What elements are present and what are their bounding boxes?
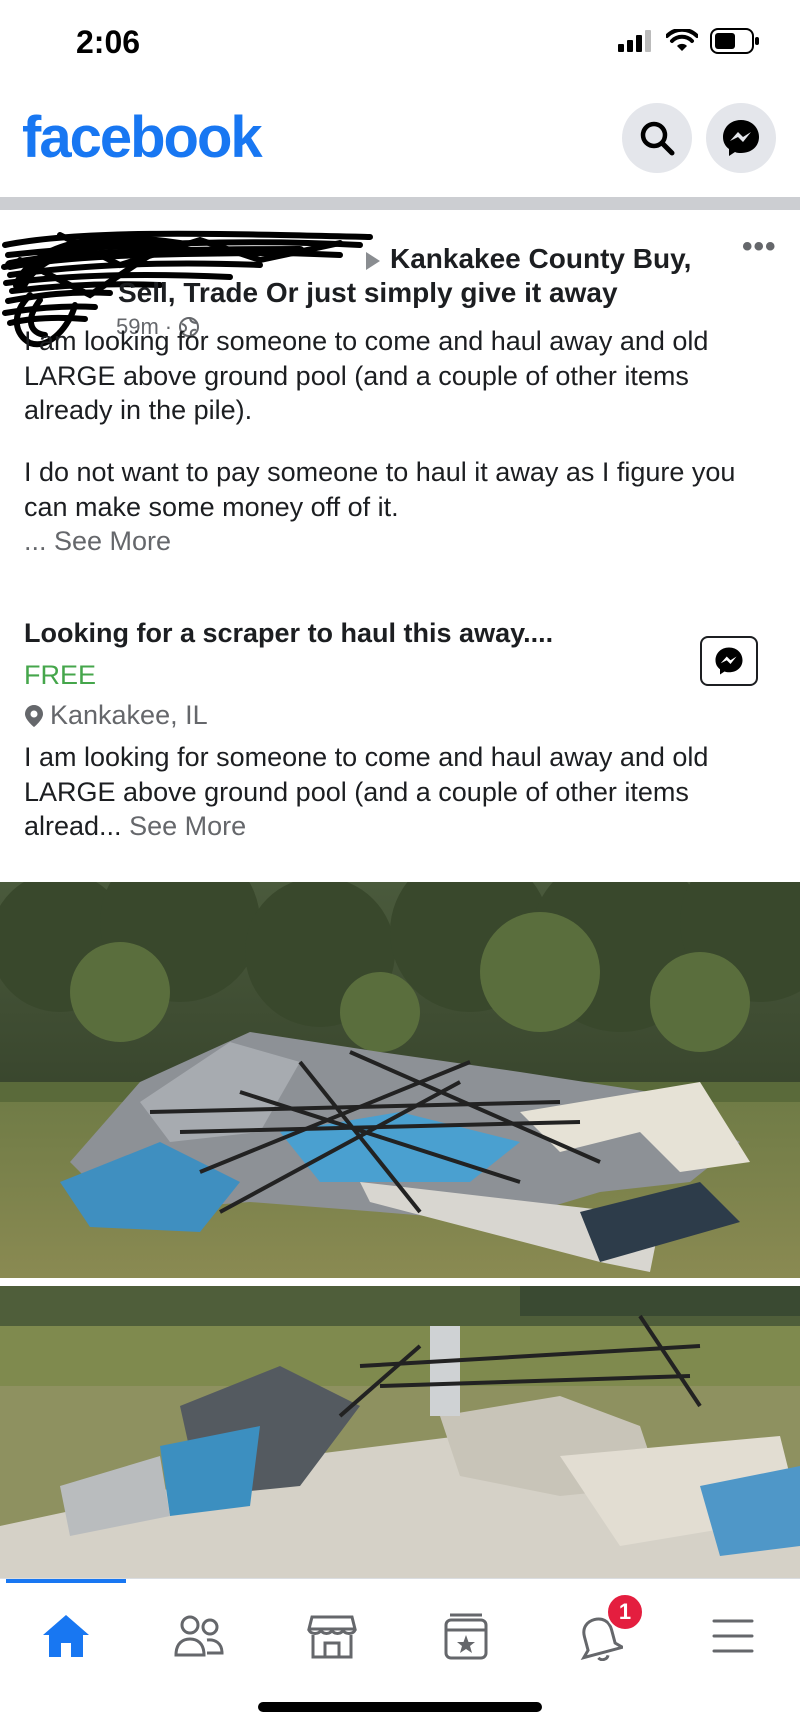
share-arrow-icon xyxy=(366,251,380,270)
signal-icon xyxy=(618,30,651,52)
search-icon xyxy=(640,121,675,156)
location-pin-icon xyxy=(25,704,43,727)
tab-friends[interactable] xyxy=(164,1601,234,1671)
friends-icon xyxy=(174,1615,224,1657)
menu-icon xyxy=(712,1619,754,1653)
listing-price: FREE xyxy=(24,660,97,690)
facebook-logo[interactable]: facebook xyxy=(22,104,263,171)
listing-description-text: I am looking for someone to come and hau… xyxy=(24,742,709,841)
post-body-paragraph-1: I am looking for someone to come and hau… xyxy=(24,326,709,425)
listing-photo-1[interactable] xyxy=(0,882,800,1278)
group-name[interactable]: Kankakee County Buy, Sell, Trade Or just… xyxy=(118,243,691,308)
post-body-paragraph-2: I do not want to pay someone to haul it … xyxy=(24,457,736,522)
status-icons xyxy=(618,28,760,54)
battery-icon xyxy=(710,28,759,54)
tab-watch[interactable] xyxy=(431,1601,501,1671)
listing-title[interactable]: Looking for a scraper to haul this away.… xyxy=(24,618,553,649)
app-header: facebook xyxy=(0,90,800,195)
messenger-icon xyxy=(715,647,743,675)
tab-marketplace[interactable] xyxy=(297,1601,367,1671)
status-bar: 2:06 xyxy=(0,0,800,90)
home-icon xyxy=(43,1615,89,1657)
listing-description: I am looking for someone to come and hau… xyxy=(24,740,780,844)
messenger-icon xyxy=(723,120,759,156)
post-header: Kankakee County Buy, Sell, Trade Or just… xyxy=(118,242,718,310)
tab-home[interactable] xyxy=(31,1601,101,1671)
pool-debris-photo xyxy=(0,882,800,1278)
home-indicator xyxy=(258,1702,542,1712)
wifi-icon xyxy=(666,29,698,51)
marketplace-icon xyxy=(307,1615,357,1659)
active-tab-indicator xyxy=(6,1579,126,1583)
tab-menu[interactable] xyxy=(698,1601,768,1671)
location-text: Kankakee, IL xyxy=(50,700,208,730)
notifications-badge: 1 xyxy=(606,1593,644,1631)
messenger-button[interactable] xyxy=(706,103,776,173)
listing-location: Kankakee, IL xyxy=(24,700,208,731)
message-seller-button[interactable] xyxy=(700,636,758,686)
watch-icon xyxy=(444,1613,488,1660)
more-options-button[interactable]: ••• xyxy=(742,230,777,264)
listing-see-more-link[interactable]: See More xyxy=(129,811,246,841)
pool-debris-photo-2 xyxy=(0,1286,800,1578)
status-time: 2:06 xyxy=(76,24,141,60)
feed-divider xyxy=(0,197,800,210)
listing-photo-2[interactable] xyxy=(0,1286,800,1578)
search-button[interactable] xyxy=(622,103,692,173)
see-more-link[interactable]: ... See More xyxy=(24,524,780,559)
